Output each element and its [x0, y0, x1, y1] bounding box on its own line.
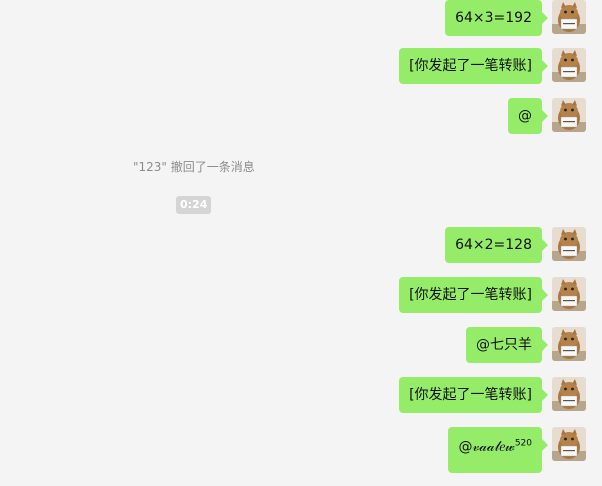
message-row: 64×3=192: [445, 0, 586, 36]
message-row: @𝓋𝒶𝒶𝓁𝑒𝓌520: [448, 427, 586, 473]
message-bubble[interactable]: @七只羊: [466, 327, 548, 363]
message-row: [你发起了一笔转账]: [399, 277, 586, 313]
message-row: @七只羊: [466, 327, 586, 363]
message-bubble[interactable]: [你发起了一笔转账]: [399, 277, 548, 313]
cat-avatar-icon[interactable]: [552, 0, 586, 34]
voice-duration-badge[interactable]: 0:24: [176, 196, 212, 214]
mention-suffix: 520: [514, 438, 532, 449]
chat-area: 64×3=192 [你发起了一笔转账] @ "123" 撤回了一条消息 0:24…: [0, 0, 602, 486]
cat-avatar-icon[interactable]: [552, 327, 586, 361]
message-row: [你发起了一笔转账]: [399, 48, 586, 84]
message-bubble[interactable]: 64×3=192: [445, 0, 548, 36]
cat-avatar-icon[interactable]: [552, 377, 586, 411]
cat-avatar-icon[interactable]: [552, 427, 586, 461]
mention-text: @𝓋𝒶𝒶𝓁𝑒𝓌: [458, 439, 515, 455]
message-bubble[interactable]: @𝓋𝒶𝒶𝓁𝑒𝓌520: [448, 427, 548, 473]
cat-avatar-icon[interactable]: [552, 277, 586, 311]
message-row: [你发起了一笔转账]: [399, 377, 586, 413]
message-bubble[interactable]: 64×2=128: [445, 227, 548, 263]
cat-avatar-icon[interactable]: [552, 98, 586, 132]
message-bubble[interactable]: [你发起了一笔转账]: [399, 377, 548, 413]
recall-notice: "123" 撤回了一条消息: [133, 160, 255, 174]
cat-avatar-icon[interactable]: [552, 227, 586, 261]
message-row: 64×2=128: [445, 227, 586, 263]
message-bubble[interactable]: @: [508, 98, 548, 134]
cat-avatar-icon[interactable]: [552, 48, 586, 82]
message-bubble[interactable]: [你发起了一笔转账]: [399, 48, 548, 84]
message-row: @: [508, 98, 586, 134]
